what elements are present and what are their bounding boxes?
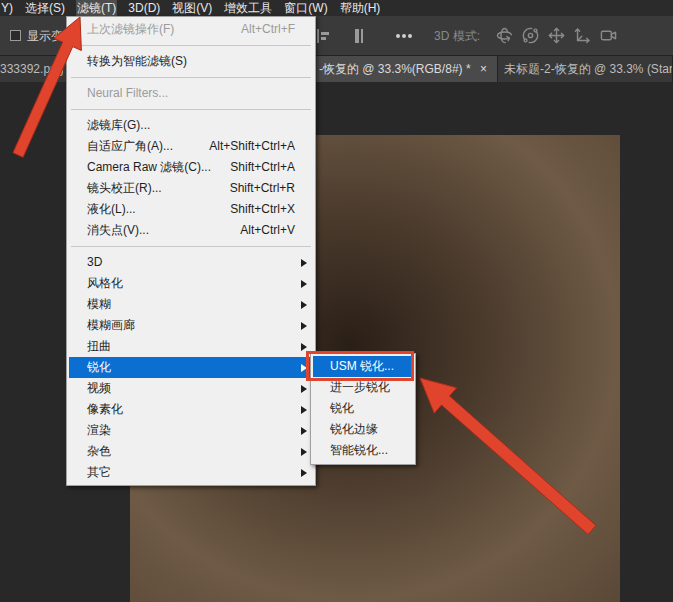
submenu-item[interactable]: 锐化边缘 [313,419,413,440]
submenu-item[interactable]: 锐化 [313,398,413,419]
menu-item-label: 3D [87,252,301,273]
filter-menu-item[interactable]: 液化(L)...Shift+Ctrl+X [69,199,313,220]
menu-item-label: 滤镜库(G)... [87,115,307,136]
menu-item-label: 液化(L)... [87,199,230,220]
menu-item-shortcut: Alt+Ctrl+F [241,19,307,40]
annotation-arrows-icon [0,0,673,602]
tab-close-button[interactable]: × [476,60,487,78]
filter-menu-item: 上次滤镜操作(F)Alt+Ctrl+F [69,19,313,40]
checkbox-label: 显示变 [27,27,63,45]
menu-separator [71,104,311,115]
menubar-item[interactable]: 3D(D) [127,0,161,16]
tab-label: 未标题-2-恢复的 @ 33.3% (StartA [504,60,673,78]
document-tab[interactable]: -恢复的 @ 33.3%(RGB/8#) * × [316,56,498,82]
menu-item-label: 自适应广角(A)... [87,136,209,157]
filter-menu-item[interactable]: 镜头校正(R)...Shift+Ctrl+R [69,178,313,199]
submenu-arrow-icon [301,343,307,351]
tab-label: -恢复的 @ 33.3%(RGB/8#) * [319,60,471,78]
filter-menu: 上次滤镜操作(F)Alt+Ctrl+F 转换为智能滤镜(S) Neural Filt… [66,16,316,486]
filter-menu-item[interactable]: 3D [69,252,313,273]
scale-3d-icon[interactable] [600,27,617,44]
submenu-item[interactable]: 智能锐化... [313,440,413,461]
menu-item-label: 视频 [87,378,301,399]
filter-menu-item[interactable]: 模糊画廊 [69,315,313,336]
menu-separator [71,72,311,83]
highlight-box [306,351,414,381]
tab-label: 333392.png [0,60,63,78]
menu-item-shortcut: Alt+Shift+Ctrl+A [209,136,307,157]
menu-item-shortcut: Shift+Ctrl+R [230,178,307,199]
submenu-arrow-icon [301,280,307,288]
menu-item-shortcut: Alt+Ctrl+V [240,220,307,241]
submenu-arrow-icon [301,427,307,435]
menu-bar: Y) 选择(S) 滤镜(T) 3D(D) 视图(V) 增效工具窗口(W) 帮助(H) [0,0,673,16]
submenu-arrow-icon [301,364,307,372]
filter-menu-item: Neural Filters... [69,83,313,104]
menu-item-label: Neural Filters... [87,83,307,104]
menubar-item[interactable]: 增效工具 [223,0,273,16]
filter-menu-item[interactable]: 自适应广角(A)...Alt+Shift+Ctrl+A [69,136,313,157]
menu-item-label: 转换为智能滤镜(S) [87,51,307,72]
submenu-arrow-icon [301,448,307,456]
align-left-icon[interactable] [316,28,330,44]
filter-menu-item[interactable]: 其它 [69,462,313,483]
roll-3d-icon[interactable] [522,27,539,44]
menu-item-label: 模糊 [87,294,301,315]
filter-menu-item[interactable]: 扭曲 [69,336,313,357]
filter-menu-item[interactable]: 杂色 [69,441,313,462]
submenu-arrow-icon [301,406,307,414]
filter-menu-item[interactable]: 锐化 [69,357,313,378]
menu-separator [71,241,311,252]
menu-item-label: 上次滤镜操作(F) [87,19,241,40]
menubar-item[interactable]: 帮助(H) [339,0,382,16]
menu-item-label: 风格化 [87,273,301,294]
menu-item-label: Camera Raw 滤镜(C)... [87,157,230,178]
filter-menu-item[interactable]: 滤镜库(G)... [69,115,313,136]
menubar-item[interactable]: 窗口(W) [283,0,328,16]
arrow-to-usm-icon [420,378,596,535]
filter-menu-item[interactable]: 转换为智能滤镜(S) [69,51,313,72]
filter-menu-item[interactable]: 风格化 [69,273,313,294]
menu-item-label: 扭曲 [87,336,301,357]
filter-menu-item[interactable]: 消失点(V)...Alt+Ctrl+V [69,220,313,241]
menu-item-label: 模糊画廊 [87,315,301,336]
photoshop-window: Y) 选择(S) 滤镜(T) 3D(D) 视图(V) 增效工具窗口(W) 帮助(H) 显示变 3… [0,0,673,602]
menu-item-label: 消失点(V)... [87,220,240,241]
menu-item-label: 渲染 [87,420,301,441]
menu-item-label: 像素化 [87,399,301,420]
menubar-item[interactable]: Y) [0,0,14,16]
filter-menu-item[interactable]: 模糊 [69,294,313,315]
filter-menu-item[interactable]: 像素化 [69,399,313,420]
submenu-arrow-icon [301,259,307,267]
menu-item-label: 锐化 [87,357,301,378]
submenu-arrow-icon [301,469,307,477]
document-tab[interactable]: 未标题-2-恢复的 @ 33.3% (StartA [498,56,673,82]
filter-menu-item[interactable]: 渲染 [69,420,313,441]
submenu-arrow-icon [301,385,307,393]
filter-menu-item[interactable]: 视频 [69,378,313,399]
menu-item-label: 其它 [87,462,301,483]
show-transform-checkbox[interactable] [10,30,21,41]
submenu-arrow-icon [301,322,307,330]
align-vertical-icon[interactable] [350,28,364,44]
menubar-item[interactable]: 视图(V) [171,0,213,16]
menu-separator [71,40,311,51]
slide-3d-icon[interactable] [574,27,591,44]
menu-item-label: 杂色 [87,441,301,462]
menu-item-label: 镜头校正(R)... [87,178,230,199]
submenu-arrow-icon [301,301,307,309]
arrow-to-filter-menu-icon [13,17,81,157]
filter-menu-item[interactable]: Camera Raw 滤镜(C)...Shift+Ctrl+A [69,157,313,178]
submenu-item[interactable]: USM 锐化... [313,356,413,377]
more-options-icon[interactable] [396,34,412,38]
menubar-item[interactable]: 滤镜(T) [76,0,117,16]
sharpen-submenu: USM 锐化...进一步锐化锐化锐化边缘智能锐化... [310,353,416,465]
rotate-3d-icon[interactable] [496,27,513,44]
drag-3d-icon[interactable] [548,27,565,44]
menubar-item[interactable]: 选择(S) [24,0,66,16]
menu-item-shortcut: Shift+Ctrl+A [230,157,307,178]
menu-item-shortcut: Shift+Ctrl+X [230,199,307,220]
submenu-item[interactable]: 进一步锐化 [313,377,413,398]
3d-mode-label: 3D 模式: [434,27,480,45]
